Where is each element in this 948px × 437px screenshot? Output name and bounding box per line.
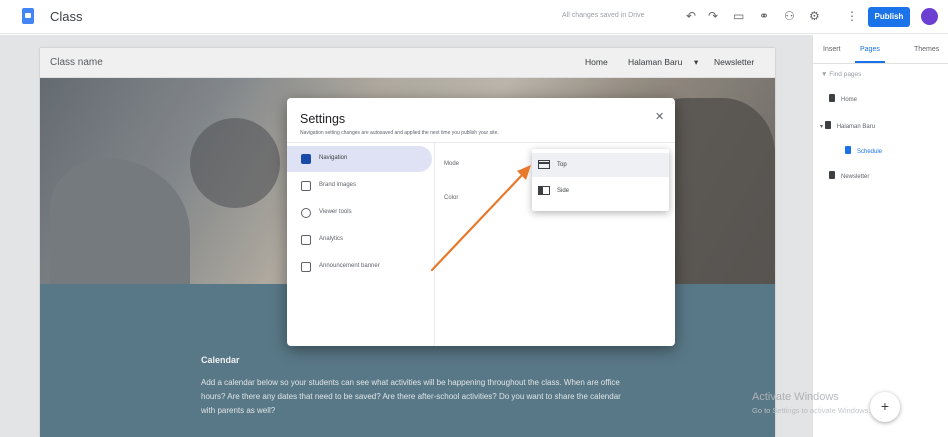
gear-icon[interactable]: ⚙ [809, 9, 820, 23]
close-icon[interactable]: ✕ [655, 110, 664, 123]
share-icon[interactable]: ⚇ [784, 9, 795, 23]
page-label: Halaman Baru [836, 124, 876, 130]
find-pages-placeholder: Find pages [829, 71, 862, 78]
page-item-halaman-baru[interactable]: ▾ Halaman Baru [820, 121, 875, 130]
link-icon[interactable]: ⚭ [759, 9, 769, 23]
page-label: Home [841, 97, 858, 103]
settings-dialog: Settings Navigation setting changes are … [287, 98, 675, 346]
menu-label: Navigation [319, 155, 348, 161]
add-page-button[interactable]: + [870, 392, 900, 422]
page-label: Schedule [857, 149, 883, 155]
tab-pages[interactable]: Pages [860, 46, 880, 53]
divider [434, 143, 435, 346]
top-nav-icon [538, 160, 550, 169]
navigation-icon [301, 154, 311, 164]
page-item-newsletter[interactable]: Newsletter [829, 171, 869, 180]
option-label: Side [557, 188, 570, 194]
top-app-bar: Class All changes saved in Drive ↶ ↷ ▭ ⚭… [0, 0, 948, 34]
page-icon [845, 146, 851, 154]
banner-icon [301, 262, 311, 272]
preview-icon[interactable]: ▭ [733, 9, 744, 23]
publish-button[interactable]: Publish [868, 7, 910, 27]
menu-label: Viewer tools [319, 209, 352, 215]
menu-label: Brand images [319, 182, 357, 188]
dialog-title: Settings [300, 112, 346, 126]
page-item-schedule[interactable]: Schedule [845, 146, 882, 155]
settings-menu-navigation[interactable]: Navigation [287, 146, 432, 172]
divider [813, 63, 948, 64]
color-label: Color [444, 195, 459, 201]
mode-option-side[interactable]: Side [532, 179, 669, 203]
chevron-down-icon: ▾ [820, 124, 825, 130]
settings-menu-announcement-banner[interactable]: Announcement banner [287, 254, 432, 280]
avatar[interactable] [921, 8, 938, 25]
mode-dropdown[interactable]: Top Side [532, 149, 669, 211]
mode-option-top[interactable]: Top [532, 153, 669, 177]
tab-insert[interactable]: Insert [823, 46, 841, 53]
page-icon [829, 171, 835, 179]
settings-menu-viewer-tools[interactable]: Viewer tools [287, 200, 432, 226]
settings-menu-brand-images[interactable]: Brand images [287, 173, 432, 199]
sites-logo-icon[interactable] [22, 8, 34, 24]
tab-themes[interactable]: Themes [914, 46, 939, 53]
menu-label: Announcement banner [319, 263, 380, 269]
side-panel: Insert Pages Themes ▼ Find pages Home ▾ … [812, 35, 948, 437]
page-icon [824, 121, 831, 129]
info-icon [301, 208, 311, 218]
page-label: Newsletter [841, 174, 870, 180]
site-title[interactable]: Class [50, 9, 83, 24]
more-icon[interactable]: ⋮ [846, 9, 858, 23]
page-item-home[interactable]: Home [829, 94, 857, 103]
save-status: All changes saved in Drive [562, 12, 645, 19]
divider [287, 142, 675, 143]
plus-icon: + [880, 398, 890, 414]
home-icon [829, 94, 835, 102]
find-pages-field[interactable]: ▼ Find pages [821, 71, 861, 78]
image-icon [301, 181, 311, 191]
filter-icon: ▼ [821, 71, 830, 78]
side-nav-icon [538, 186, 550, 195]
undo-icon[interactable]: ↶ [686, 9, 696, 23]
settings-menu-analytics[interactable]: Analytics [287, 227, 432, 253]
redo-icon[interactable]: ↷ [708, 9, 718, 23]
menu-label: Analytics [319, 236, 344, 242]
analytics-icon [301, 235, 311, 245]
option-label: Top [557, 162, 567, 168]
mode-label: Mode [444, 161, 460, 167]
dialog-subtitle: Navigation setting changes are autosaved… [300, 130, 499, 136]
